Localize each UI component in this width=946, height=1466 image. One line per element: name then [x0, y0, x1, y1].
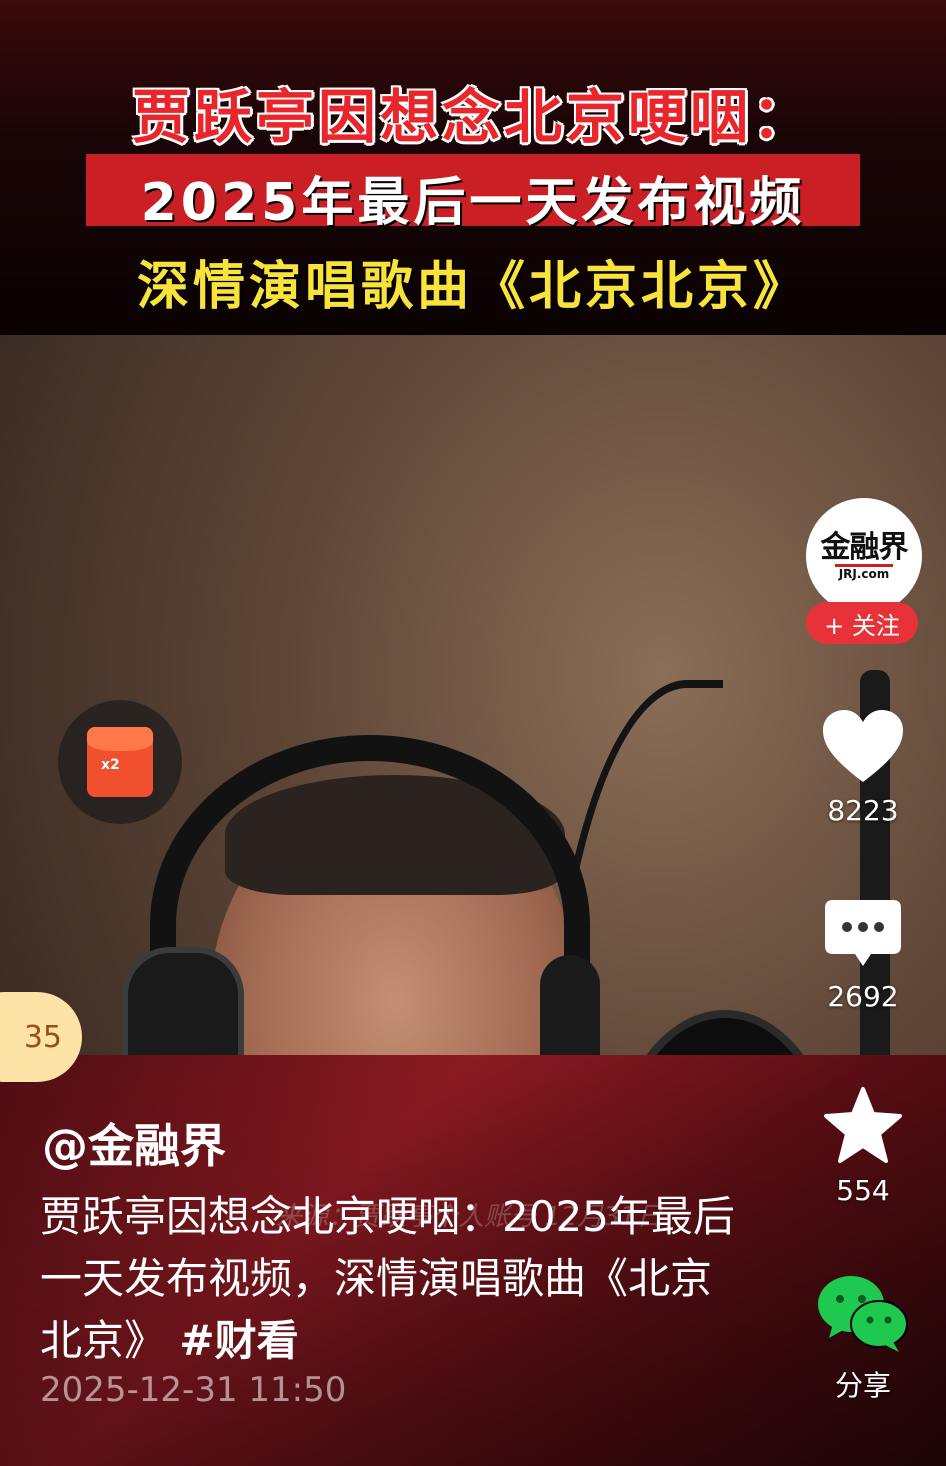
- like-count: 8223: [827, 794, 899, 827]
- wechat-icon: [818, 1276, 908, 1352]
- video-post-screen: 贾跃亭因想念北京哽咽： 2025年最后一天发布视频 深情演唱歌曲《北京北京》 来…: [0, 0, 946, 1466]
- share-label: 分享: [834, 1369, 891, 1402]
- star-icon: [824, 1087, 902, 1163]
- red-packet-button[interactable]: x2: [58, 700, 182, 824]
- hashtag-link[interactable]: #财看: [179, 1316, 298, 1365]
- caption-text: 贾跃亭因想念北京哽咽：2025年最后一天发布视频，深情演唱歌曲《北京北京》: [40, 1192, 735, 1365]
- author-name[interactable]: @金融界: [42, 1110, 226, 1176]
- avatar-brand-text: 金融界: [820, 529, 909, 565]
- avatar-domain-text: JRJ.com: [834, 563, 894, 581]
- headline-banner: 贾跃亭因想念北京哽咽： 2025年最后一天发布视频 深情演唱歌曲《北京北京》: [0, 0, 946, 335]
- like-button[interactable]: 8223: [808, 708, 918, 827]
- headline-line-2: 2025年最后一天发布视频: [140, 173, 806, 233]
- favorite-button[interactable]: 554: [808, 1086, 918, 1207]
- headline-line-1: 贾跃亭因想念北京哽咽：: [131, 83, 814, 151]
- post-caption: 贾跃亭因想念北京哽咽：2025年最后一天发布视频，深情演唱歌曲《北京北京》 #财…: [40, 1186, 740, 1372]
- comment-button[interactable]: 2692: [808, 898, 918, 1013]
- comment-icon: [825, 900, 901, 966]
- reward-counter-value: 35: [23, 1019, 62, 1055]
- post-timestamp: 2025-12-31 11:50: [40, 1370, 347, 1410]
- red-packet-multiplier: x2: [101, 757, 120, 773]
- follow-button[interactable]: + 关注: [806, 602, 918, 644]
- headline-line-3: 深情演唱歌曲《北京北京》: [136, 257, 809, 317]
- red-packet-icon: x2: [87, 727, 153, 797]
- share-button[interactable]: 分享: [808, 1272, 918, 1404]
- favorite-count: 554: [836, 1174, 890, 1207]
- author-avatar[interactable]: 金融界 JRJ.com: [806, 498, 922, 614]
- comment-count: 2692: [827, 980, 899, 1013]
- heart-icon: [823, 710, 903, 782]
